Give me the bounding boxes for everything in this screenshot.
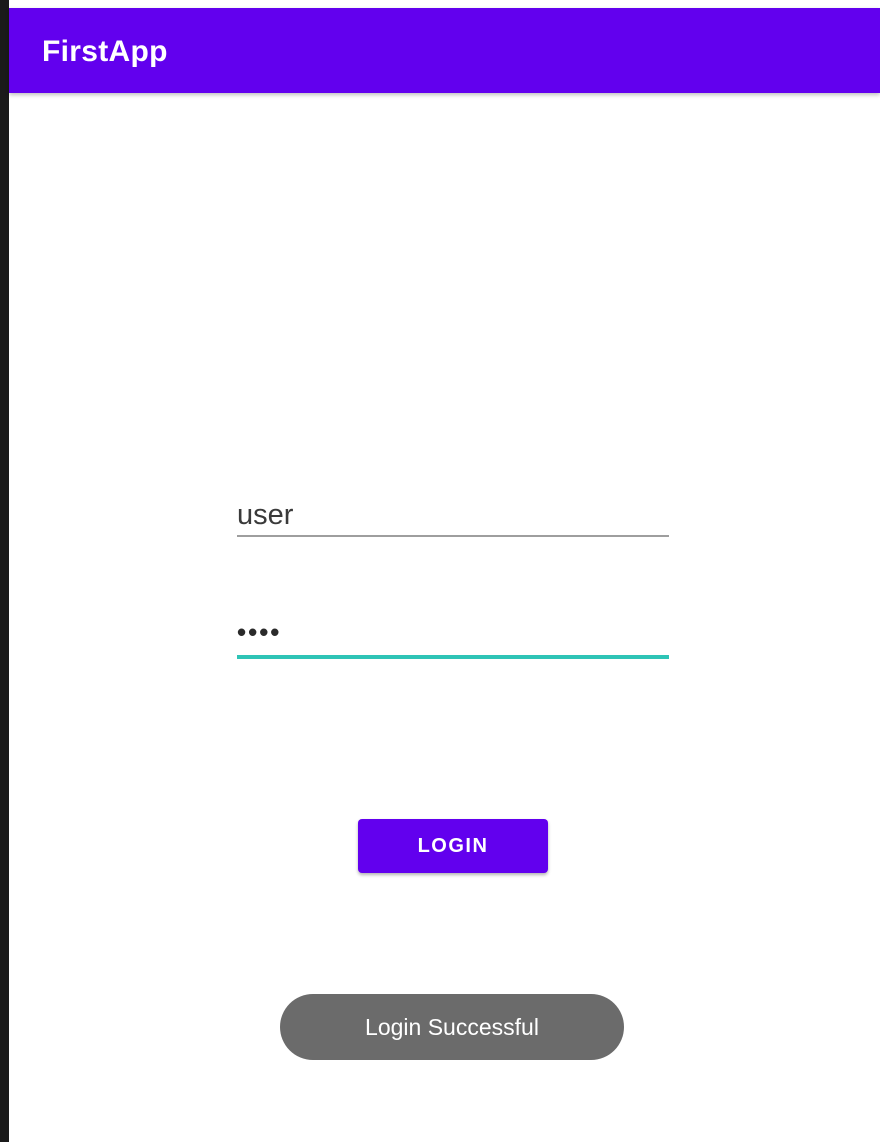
username-value: user [237,499,294,531]
app-title: FirstApp [42,35,168,68]
username-underline [237,535,669,537]
app-bar: FirstApp [9,8,880,93]
screen-left-border [0,0,9,1142]
password-underline [237,655,669,659]
app-screen: FirstApp user •••• LOGIN Login Successfu… [0,0,880,1142]
password-value: •••• [237,617,282,647]
status-strip [0,0,880,8]
username-input[interactable]: user [237,493,669,537]
password-input[interactable]: •••• [237,613,669,659]
login-button[interactable]: LOGIN [358,819,548,873]
toast-message: Login Successful [280,994,624,1060]
